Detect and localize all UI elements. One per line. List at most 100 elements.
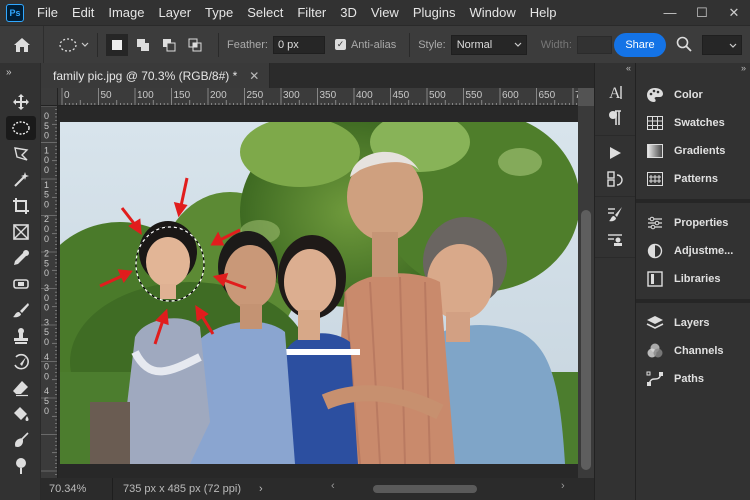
ruler-label: 650 bbox=[539, 90, 556, 101]
menu-help[interactable]: Help bbox=[523, 0, 564, 25]
ruler-label: 5 bbox=[44, 190, 49, 200]
home-button[interactable] bbox=[0, 25, 44, 64]
history-brush-tool[interactable] bbox=[0, 349, 41, 375]
panel-paths[interactable]: Paths bbox=[636, 365, 750, 393]
document-tab-title: family pic.jpg @ 70.3% (RGB/8#) * bbox=[53, 68, 238, 83]
antialias-label: Anti-alias bbox=[350, 38, 397, 51]
tools-panel: » bbox=[0, 63, 41, 500]
style-select[interactable]: Normal bbox=[450, 34, 527, 55]
document-tab[interactable]: family pic.jpg @ 70.3% (RGB/8#) * ✕ bbox=[41, 63, 271, 88]
panel-color[interactable]: Color bbox=[636, 81, 750, 109]
panel-layers[interactable]: Layers bbox=[636, 309, 750, 337]
vertical-scroll-thumb[interactable] bbox=[581, 210, 591, 470]
menu-edit[interactable]: Edit bbox=[65, 0, 101, 25]
menu-plugins[interactable]: Plugins bbox=[406, 0, 463, 25]
ruler-label: 0 bbox=[44, 362, 49, 372]
brush-icon bbox=[12, 303, 29, 318]
intersect-selection-button[interactable] bbox=[184, 34, 206, 56]
eraser-tool[interactable] bbox=[0, 375, 41, 401]
horizontal-scrollbar[interactable]: ‹ › bbox=[321, 480, 571, 495]
width-input[interactable] bbox=[576, 35, 612, 54]
panel-icon-strip: « A bbox=[594, 63, 636, 500]
clone-source-icon[interactable] bbox=[595, 227, 635, 253]
options-bar: Feather: 0 px ✓ Anti-alias Style: Normal… bbox=[0, 25, 750, 64]
status-bar: 70.34% 735 px x 485 px (72 ppi) › ‹ › bbox=[41, 478, 594, 500]
family-photo[interactable] bbox=[60, 122, 578, 464]
brush-settings-icon[interactable] bbox=[595, 201, 635, 227]
history-panel-icon[interactable] bbox=[595, 166, 635, 192]
dodge-tool[interactable] bbox=[0, 453, 41, 479]
menu-type[interactable]: Type bbox=[198, 0, 240, 25]
info-arrow[interactable]: › bbox=[259, 483, 263, 495]
menu-layer[interactable]: Layer bbox=[152, 0, 199, 25]
scroll-right-icon[interactable]: › bbox=[561, 480, 565, 492]
vertical-ruler[interactable]: 050100150200250300350400450 bbox=[41, 106, 58, 478]
workspace-select[interactable] bbox=[702, 35, 742, 55]
menu-image[interactable]: Image bbox=[101, 0, 151, 25]
move-tool[interactable] bbox=[0, 89, 41, 115]
close-button[interactable]: ✕ bbox=[718, 0, 750, 25]
antialias-checkbox[interactable]: ✓ bbox=[334, 39, 346, 50]
horizontal-ruler[interactable]: 0 50 100 150 200 250 300 350 400 450 500 550 600 650 7… bbox=[58, 88, 578, 106]
minimize-button[interactable]: — bbox=[654, 0, 686, 25]
ruler-label: 150 bbox=[174, 90, 191, 101]
panel-channels[interactable]: Channels bbox=[636, 337, 750, 365]
spot-healing-tool[interactable] bbox=[0, 271, 41, 297]
chevron-down-icon bbox=[729, 43, 737, 48]
new-selection-button[interactable] bbox=[106, 33, 128, 56]
clone-stamp-tool[interactable] bbox=[0, 323, 41, 349]
canvas-area[interactable] bbox=[58, 106, 578, 478]
menu-window[interactable]: Window bbox=[462, 0, 522, 25]
collapse-toolbar-icon[interactable]: » bbox=[0, 63, 40, 81]
search-icon[interactable] bbox=[676, 36, 692, 52]
ruler-label: 4 bbox=[44, 386, 49, 396]
vertical-scrollbar[interactable] bbox=[578, 106, 594, 478]
panel-properties-label: Properties bbox=[674, 217, 729, 229]
magic-wand-tool[interactable] bbox=[0, 167, 41, 193]
collapse-strip-icon[interactable]: « bbox=[595, 63, 635, 75]
close-tab-icon[interactable]: ✕ bbox=[249, 69, 259, 83]
elliptical-marquee-tool[interactable] bbox=[0, 115, 41, 141]
frame-tool[interactable] bbox=[0, 219, 41, 245]
character-panel-icon[interactable]: A bbox=[595, 79, 635, 105]
intersect-selection-icon bbox=[188, 38, 202, 51]
collapse-dock-icon[interactable]: » bbox=[636, 63, 750, 75]
crop-tool[interactable] bbox=[0, 193, 41, 219]
menu-file[interactable]: File bbox=[30, 0, 65, 25]
menu-filter[interactable]: Filter bbox=[290, 0, 333, 25]
vertical-ruler-ticks: 050100150200250300350400450 bbox=[41, 106, 57, 475]
brush-tool[interactable] bbox=[0, 297, 41, 323]
panel-patterns-label: Patterns bbox=[674, 173, 719, 185]
feather-input[interactable]: 0 px bbox=[272, 35, 325, 54]
panel-libraries-label: Libraries bbox=[674, 273, 721, 285]
magic-wand-icon bbox=[13, 172, 29, 187]
scroll-left-icon[interactable]: ‹ bbox=[331, 480, 335, 492]
menu-select[interactable]: Select bbox=[240, 0, 290, 25]
paint-bucket-tool[interactable] bbox=[0, 401, 41, 427]
horizontal-scroll-thumb[interactable] bbox=[373, 485, 477, 493]
panel-properties[interactable]: Properties bbox=[636, 209, 750, 237]
zoom-level[interactable]: 70.34% bbox=[41, 478, 113, 500]
panel-swatches[interactable]: Swatches bbox=[636, 109, 750, 137]
document-tabs: family pic.jpg @ 70.3% (RGB/8#) * ✕ bbox=[41, 63, 594, 88]
lasso-tool[interactable] bbox=[0, 141, 41, 167]
ruler-label: 100 bbox=[137, 90, 154, 101]
maximize-button[interactable]: ☐ bbox=[686, 0, 718, 25]
blur-tool[interactable] bbox=[0, 427, 41, 453]
actions-panel-icon[interactable] bbox=[595, 140, 635, 166]
panel-gradients[interactable]: Gradients bbox=[636, 137, 750, 165]
menu-view[interactable]: View bbox=[364, 0, 406, 25]
panel-adjustments[interactable]: Adjustme... bbox=[636, 237, 750, 265]
paragraph-panel-icon[interactable] bbox=[595, 105, 635, 131]
subtract-selection-button[interactable] bbox=[158, 34, 180, 56]
layers-icon bbox=[646, 316, 664, 329]
panel-patterns[interactable]: Patterns bbox=[636, 165, 750, 193]
share-button[interactable]: Share bbox=[614, 33, 666, 57]
menu-3d[interactable]: 3D bbox=[333, 0, 364, 25]
add-selection-button[interactable] bbox=[132, 34, 154, 56]
panel-libraries[interactable]: Libraries bbox=[636, 265, 750, 293]
ruler-label: 250 bbox=[247, 90, 264, 101]
eyedropper-tool[interactable] bbox=[0, 245, 41, 271]
panel-paths-label: Paths bbox=[674, 373, 704, 385]
tool-preset-picker[interactable] bbox=[58, 37, 89, 53]
